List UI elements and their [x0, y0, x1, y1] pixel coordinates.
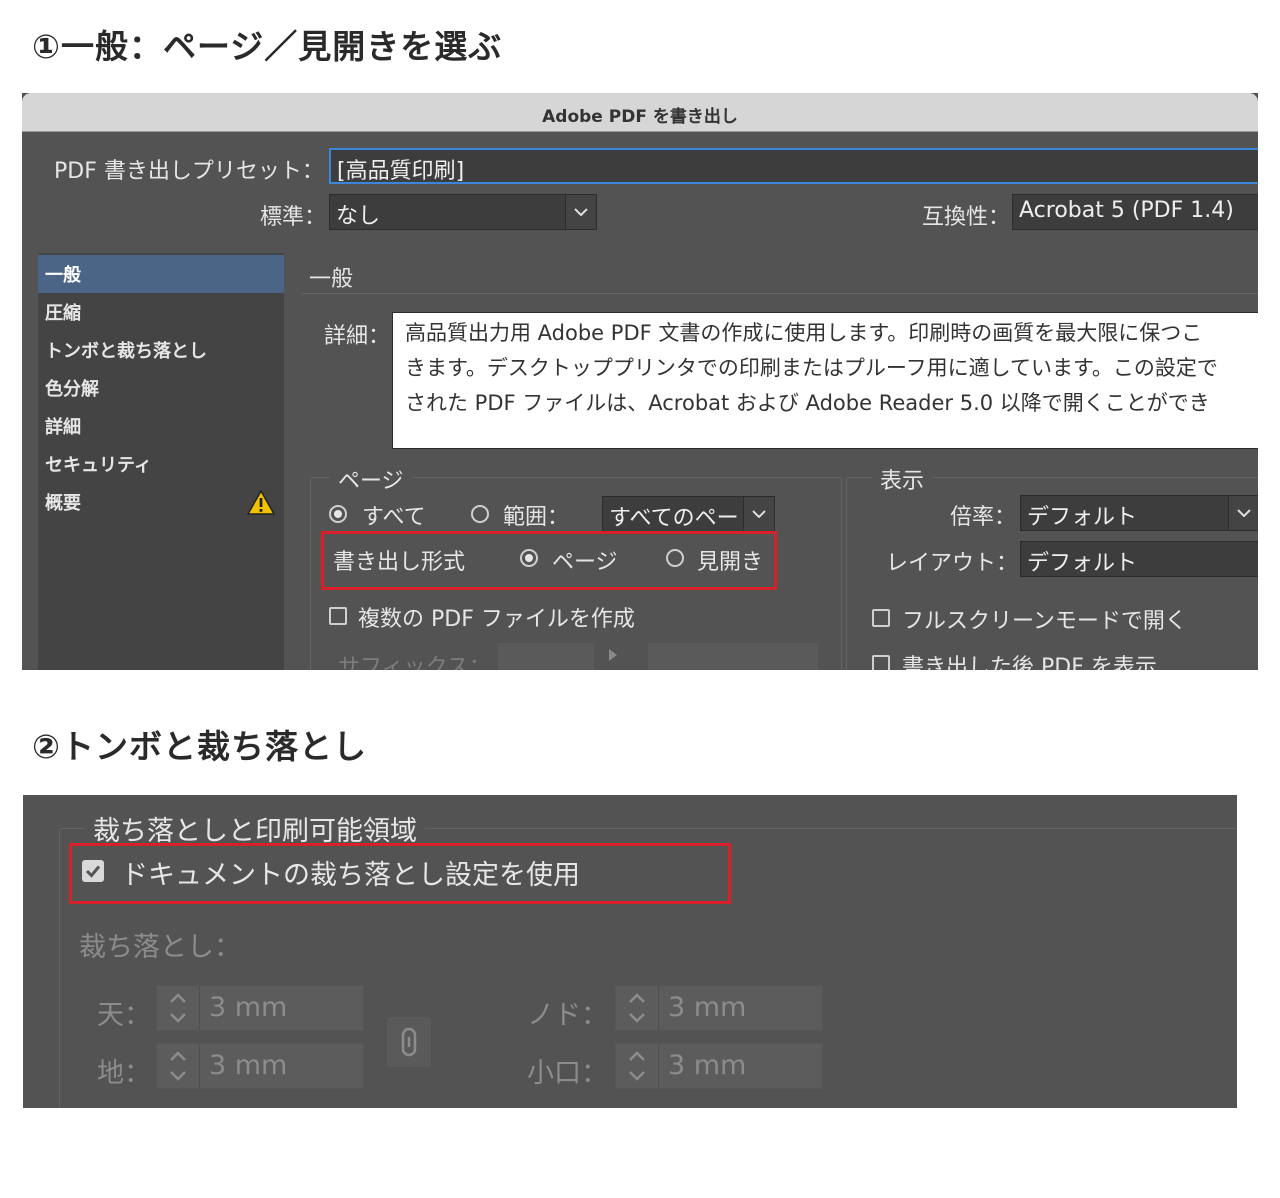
top-bleed-field[interactable]: 3 mm — [156, 985, 364, 1031]
suffix-input[interactable] — [498, 643, 594, 670]
top-label: 天： — [97, 1000, 151, 1031]
warning-icon — [247, 490, 275, 515]
stepper-icon[interactable] — [616, 1044, 659, 1088]
description-box: 高品質出力用 Adobe PDF 文書の作成に使用します。印刷時の画質を最大限に… — [392, 312, 1258, 449]
description-line: きます。デスクトッププリンタでの印刷またはプルーフ用に適しています。この設定で — [405, 356, 1218, 380]
bottom-label: 地： — [97, 1058, 151, 1089]
compat-select[interactable]: Acrobat 5 (PDF 1.4) — [1012, 194, 1258, 230]
outside-bleed-field[interactable]: 3 mm — [615, 1043, 823, 1089]
outside-bleed-value: 3 mm — [668, 1050, 747, 1081]
standard-label: 標準： — [260, 205, 327, 230]
range-value: すべてのペー — [609, 506, 739, 531]
preset-input[interactable]: [高品質印刷] — [329, 148, 1258, 184]
chevron-down-icon — [565, 195, 596, 229]
multi-pdf-label: 複数の PDF ファイルを作成 — [358, 607, 635, 632]
bottom-bleed-field[interactable]: 3 mm — [156, 1043, 364, 1089]
compat-label: 互換性： — [922, 205, 1011, 230]
view-after-label: 書き出した後 PDF を表示 — [902, 655, 1157, 670]
play-icon — [609, 649, 617, 661]
standard-value: なし — [336, 204, 381, 229]
outside-label: 小口： — [527, 1058, 608, 1089]
sidebar-item-summary-label: 概要 — [45, 493, 81, 514]
chevron-down-icon — [1228, 496, 1258, 530]
stepper-icon[interactable] — [157, 1044, 200, 1088]
zoom-label: 倍率： — [950, 505, 1017, 530]
preset-label: PDF 書き出しプリセット： — [54, 159, 324, 184]
layout-label: レイアウト： — [886, 551, 1019, 576]
layout-select[interactable]: デフォルト — [1020, 541, 1258, 577]
section-title: 一般 — [309, 267, 354, 292]
view-group-title: 表示 — [872, 463, 933, 495]
standard-select[interactable]: なし — [329, 194, 597, 230]
inside-label: ノド： — [527, 1000, 608, 1031]
inside-bleed-field[interactable]: 3 mm — [615, 985, 823, 1031]
sidebar-item-compression[interactable]: 圧縮 — [38, 293, 284, 331]
zoom-select[interactable]: デフォルト — [1020, 495, 1258, 531]
view-after-checkbox[interactable] — [872, 655, 890, 670]
dialog-title: Adobe PDF を書き出し — [542, 107, 738, 127]
link-icon[interactable] — [387, 1017, 431, 1067]
radio-all-label: すべて — [362, 505, 426, 530]
highlight-box — [69, 843, 731, 904]
multi-pdf-checkbox[interactable] — [329, 607, 347, 625]
range-select[interactable]: すべてのペー — [602, 496, 775, 532]
top-bleed-value: 3 mm — [209, 992, 288, 1023]
stepper-icon[interactable] — [616, 986, 659, 1030]
layout-value: デフォルト — [1027, 551, 1138, 576]
preset-value: [高品質印刷] — [337, 159, 465, 184]
chevron-down-icon — [743, 497, 774, 531]
radio-range[interactable] — [471, 505, 489, 523]
suffix-label: サフィックス： — [338, 655, 491, 670]
inside-bleed-value: 3 mm — [668, 992, 747, 1023]
sidebar-item-marks-bleeds[interactable]: トンボと裁ち落とし — [38, 331, 284, 369]
sidebar-item-general[interactable]: 一般 — [38, 255, 284, 293]
section-divider — [302, 293, 1258, 294]
compat-value: Acrobat 5 (PDF 1.4) — [1019, 198, 1234, 223]
sidebar-item-output[interactable]: 色分解 — [38, 369, 284, 407]
sidebar-item-advanced[interactable]: 詳細 — [38, 407, 284, 445]
radio-range-label: 範囲： — [503, 505, 570, 530]
description-line: された PDF ファイルは、Acrobat および Adobe Reader 5… — [405, 391, 1210, 415]
description-line: 高品質出力用 Adobe PDF 文書の作成に使用します。印刷時の画質を最大限に… — [405, 321, 1203, 345]
step1-heading: ①一般：ページ／見開きを選ぶ — [32, 27, 503, 66]
fullscreen-label: フルスクリーンモードで開く — [902, 609, 1187, 634]
bleed-panel: 裁ち落としと印刷可能領域 ドキュメントの裁ち落とし設定を使用 裁ち落とし： 天：… — [23, 795, 1237, 1108]
sidebar-item-summary[interactable]: 概要 — [38, 483, 284, 521]
export-pdf-dialog: Adobe PDF を書き出し PDF 書き出しプリセット： [高品質印刷] 標… — [22, 93, 1258, 670]
bleed-label: 裁ち落とし： — [79, 932, 241, 963]
description-label: 詳細： — [324, 324, 391, 349]
step2-heading: ②トンボと裁ち落とし — [32, 727, 367, 766]
sidebar: 一般 圧縮 トンボと裁ち落とし 色分解 詳細 セキュリティ 概要 — [38, 253, 284, 670]
sidebar-item-security[interactable]: セキュリティ — [38, 445, 284, 483]
suffix-field[interactable] — [648, 643, 818, 670]
stepper-icon[interactable] — [157, 986, 200, 1030]
pages-group-title: ページ — [330, 463, 412, 495]
bottom-bleed-value: 3 mm — [209, 1050, 288, 1081]
zoom-value: デフォルト — [1027, 505, 1138, 530]
highlight-box — [321, 531, 777, 590]
fullscreen-checkbox[interactable] — [872, 609, 890, 627]
dialog-titlebar: Adobe PDF を書き出し — [22, 93, 1258, 132]
radio-all[interactable] — [329, 505, 347, 523]
